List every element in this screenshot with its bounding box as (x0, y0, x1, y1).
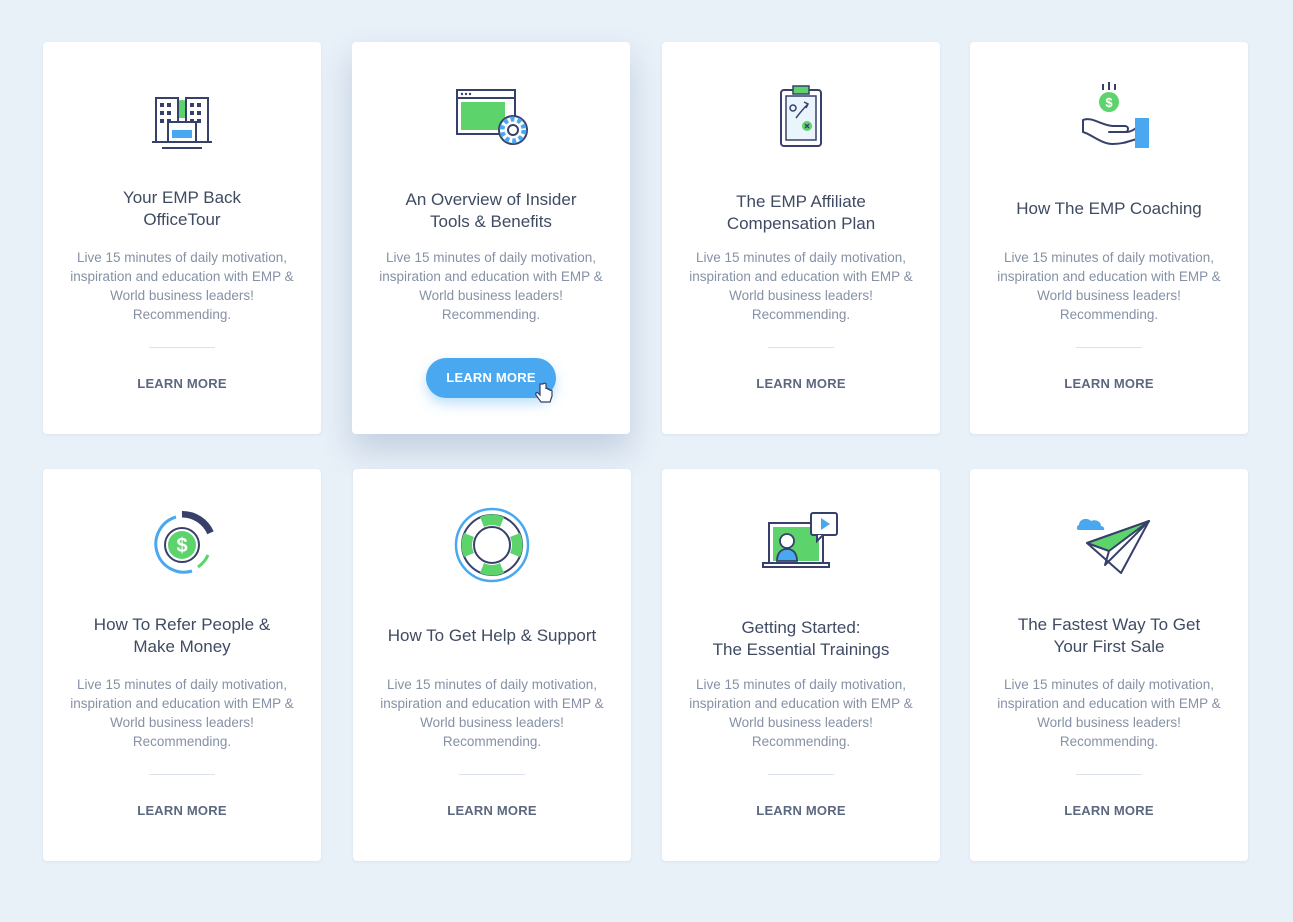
card-insider-tools: An Overview of Insider Tools & Benefits … (352, 42, 630, 434)
card-back-office-tour: Your EMP Back OfficeTour Live 15 minutes… (43, 42, 321, 434)
card-title: How To Get Help & Support (387, 626, 597, 645)
card-description: Live 15 minutes of daily motivation, ins… (689, 677, 913, 749)
divider (149, 774, 215, 775)
card-title: Your EMP Back OfficeTour (122, 188, 242, 229)
learn-more-link[interactable]: LEARN MORE (43, 803, 321, 818)
video-training-icon (751, 505, 851, 585)
card-description: Live 15 minutes of daily motivation, ins… (70, 677, 294, 749)
divider (1076, 774, 1142, 775)
clipboard-plan-icon (751, 78, 851, 158)
learn-more-link[interactable]: LEARN MORE (970, 376, 1248, 391)
card-getting-started: Getting Started: The Essential Trainings… (662, 469, 940, 861)
card-compensation-plan: The EMP Affiliate Compensation Plan Live… (662, 42, 940, 434)
learn-more-link[interactable]: LEARN MORE (970, 803, 1248, 818)
card-title: The EMP Affiliate Compensation Plan (726, 192, 876, 233)
office-building-icon (132, 78, 232, 158)
card-description: Live 15 minutes of daily motivation, ins… (70, 250, 294, 322)
svg-text:$: $ (176, 535, 187, 557)
lifebuoy-icon (442, 505, 542, 585)
learn-more-link[interactable]: LEARN MORE (353, 803, 631, 818)
dollar-chart-icon: $ (132, 505, 232, 585)
learn-more-link[interactable]: LEARN MORE (662, 376, 940, 391)
card-title: How To Refer People & Make Money (93, 615, 271, 656)
card-title: Getting Started: The Essential Trainings (712, 618, 890, 659)
card-description: Live 15 minutes of daily motivation, ins… (997, 677, 1221, 749)
svg-text:$: $ (1105, 95, 1113, 110)
card-description: Live 15 minutes of daily motivation, ins… (997, 250, 1221, 322)
card-help-support: How To Get Help & Support Live 15 minute… (353, 469, 631, 861)
card-description: Live 15 minutes of daily motivation, ins… (379, 250, 603, 322)
card-title: How The EMP Coaching (1016, 199, 1202, 218)
divider (1076, 347, 1142, 348)
learn-more-link[interactable]: LEARN MORE (43, 376, 321, 391)
hand-cursor-icon (534, 382, 554, 406)
hand-coin-icon: $ (1059, 78, 1159, 158)
card-emp-coaching: $ How The EMP Coaching Live 15 minutes o… (970, 42, 1248, 434)
card-refer-people: $ How To Refer People & Make Money Live … (43, 469, 321, 861)
learn-more-link[interactable]: LEARN MORE (662, 803, 940, 818)
browser-settings-icon (441, 78, 541, 158)
card-title: An Overview of Insider Tools & Benefits (405, 190, 577, 231)
divider (768, 347, 834, 348)
card-description: Live 15 minutes of daily motivation, ins… (689, 250, 913, 322)
card-description: Live 15 minutes of daily motivation, ins… (380, 677, 604, 749)
divider (149, 347, 215, 348)
card-first-sale: The Fastest Way To Get Your First Sale L… (970, 469, 1248, 861)
divider (768, 774, 834, 775)
divider (459, 774, 525, 775)
card-title: The Fastest Way To Get Your First Sale (1017, 615, 1201, 656)
paper-plane-icon (1059, 505, 1159, 585)
